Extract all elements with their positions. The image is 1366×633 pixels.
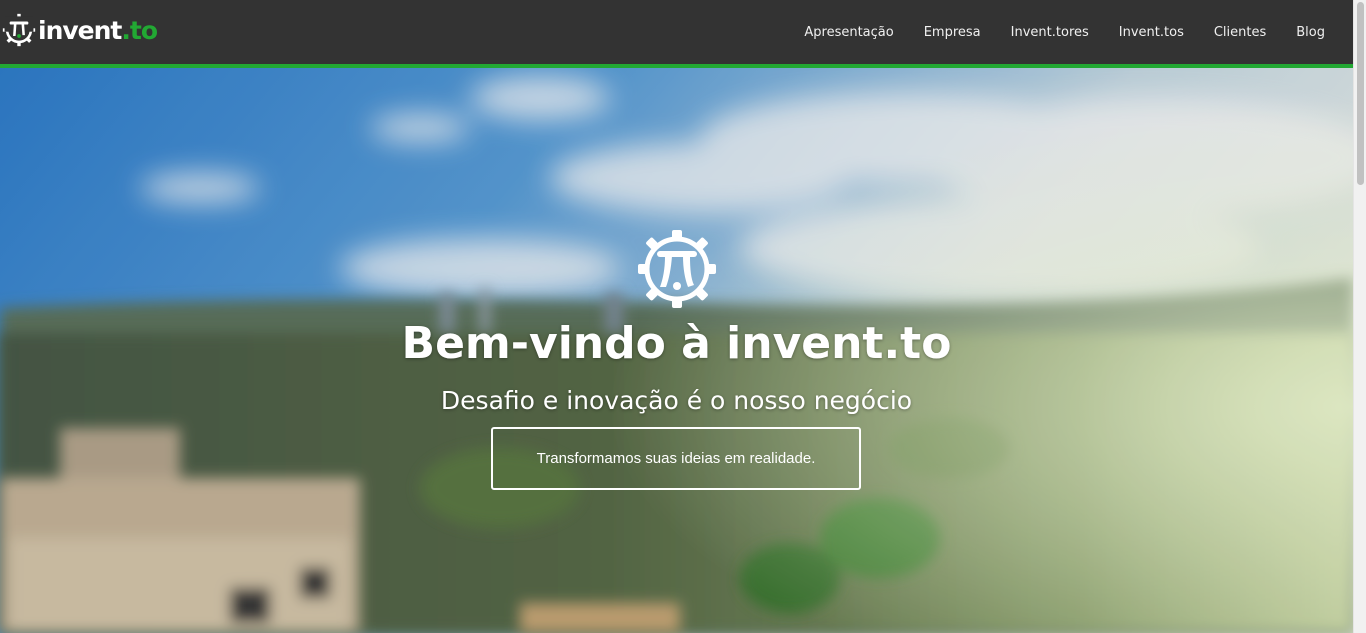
page-scrollbar[interactable]	[1353, 0, 1366, 633]
main-nav: Apresentação Empresa Invent.tores Invent…	[774, 0, 1325, 64]
nav-item-blog[interactable]: Blog	[1296, 25, 1325, 40]
cta-button[interactable]: Transformamos suas ideias em realidade.	[491, 427, 861, 490]
brand-name-green: .to	[121, 15, 158, 45]
hero-subtitle: Desafio e inovação é o nosso negócio	[440, 386, 913, 415]
brand-name-white: inven	[38, 15, 111, 45]
hero-content: Bem-vindo à invent.to Desafio e inovação…	[0, 68, 1353, 633]
pi-gear-icon	[638, 230, 716, 308]
top-navbar: inven t .to Apresentação Empresa Invent.to…	[0, 0, 1353, 64]
nav-item-inventos[interactable]: Invent.tos	[1119, 25, 1184, 40]
nav-item-empresa[interactable]: Empresa	[924, 25, 981, 40]
hero-title: Bem-vindo à invent.to	[401, 318, 952, 369]
nav-item-inventores[interactable]: Invent.tores	[1011, 25, 1089, 40]
brand-logo[interactable]: inven t .to	[2, 10, 158, 50]
nav-item-clientes[interactable]: Clientes	[1214, 25, 1266, 40]
hero-section: Bem-vindo à invent.to Desafio e inovação…	[0, 68, 1353, 633]
nav-item-apresentacao[interactable]: Apresentação	[804, 25, 893, 40]
pi-gear-icon	[2, 13, 36, 47]
scrollbar-thumb[interactable]	[1357, 2, 1364, 185]
brand-name-mark: t	[110, 15, 122, 45]
brand-wordmark: inven t .to	[38, 15, 158, 45]
